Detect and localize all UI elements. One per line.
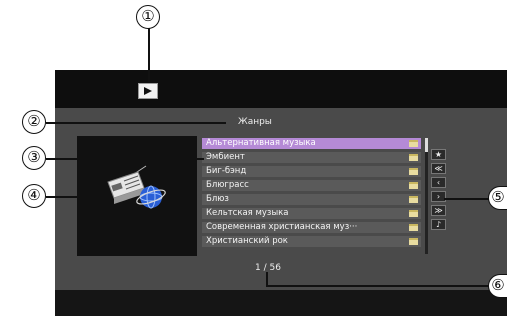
callout-5: ⑤ <box>488 186 507 210</box>
callout-2: ② <box>22 110 46 134</box>
favorite-button[interactable]: ★ <box>431 149 446 160</box>
list-item-label: Блюз <box>206 194 229 204</box>
scroll-down-button[interactable]: › <box>431 191 446 202</box>
folder-icon <box>409 196 418 203</box>
top-bar <box>55 70 507 108</box>
list-item[interactable]: Блюз <box>202 194 421 205</box>
page-up-button[interactable]: ≪ <box>431 163 446 174</box>
list-item-label: Христианский рок <box>206 236 288 246</box>
music-button[interactable]: ♪ <box>431 219 446 230</box>
folder-icon <box>409 224 418 231</box>
callout-1: ① <box>136 5 160 29</box>
callout-line <box>148 28 150 82</box>
genre-list: Альтернативная музыка Эмбиент Биг-бэнд Б… <box>199 136 428 256</box>
folder-icon <box>409 168 418 175</box>
folder-icon <box>409 140 418 147</box>
list-item-label: Кельтская музыка <box>206 208 289 218</box>
list-item[interactable]: Современная христианская муз··· <box>202 222 421 233</box>
radio-globe-icon <box>107 165 166 209</box>
list-item[interactable]: Альтернативная музыка <box>202 138 421 149</box>
list-item-label: Биг-бэнд <box>206 166 247 176</box>
folder-icon <box>409 182 418 189</box>
callout-line <box>46 158 204 160</box>
list-item[interactable]: Эмбиент <box>202 152 421 163</box>
callout-4: ④ <box>22 184 46 208</box>
callout-6: ⑥ <box>488 274 507 298</box>
callout-line <box>46 196 106 198</box>
bottom-bar <box>55 290 507 316</box>
list-item-label: Современная христианская муз··· <box>206 222 358 232</box>
callout-3: ③ <box>22 146 46 170</box>
callout-line <box>266 285 496 287</box>
play-button[interactable] <box>138 83 158 99</box>
page-down-button[interactable]: ≫ <box>431 205 446 216</box>
pagination: 1 / 56 <box>255 263 281 273</box>
scrollbar[interactable] <box>425 138 428 254</box>
list-item-label: Эмбиент <box>206 152 245 162</box>
list-item[interactable]: Христианский рок <box>202 236 421 247</box>
list-item-label: Блюграсс <box>206 180 249 190</box>
callout-line <box>46 122 226 124</box>
list-item-label: Альтернативная музыка <box>206 138 316 148</box>
folder-icon <box>409 238 418 245</box>
scrollbar-thumb[interactable] <box>425 138 428 152</box>
folder-icon <box>409 210 418 217</box>
scroll-up-button[interactable]: ‹ <box>431 177 446 188</box>
callout-line <box>266 272 268 286</box>
page-title: Жанры <box>238 117 272 127</box>
list-item[interactable]: Кельтская музыка <box>202 208 421 219</box>
folder-icon <box>409 154 418 161</box>
play-icon <box>144 87 152 95</box>
list-item[interactable]: Биг-бэнд <box>202 166 421 177</box>
list-item[interactable]: Блюграсс <box>202 180 421 191</box>
